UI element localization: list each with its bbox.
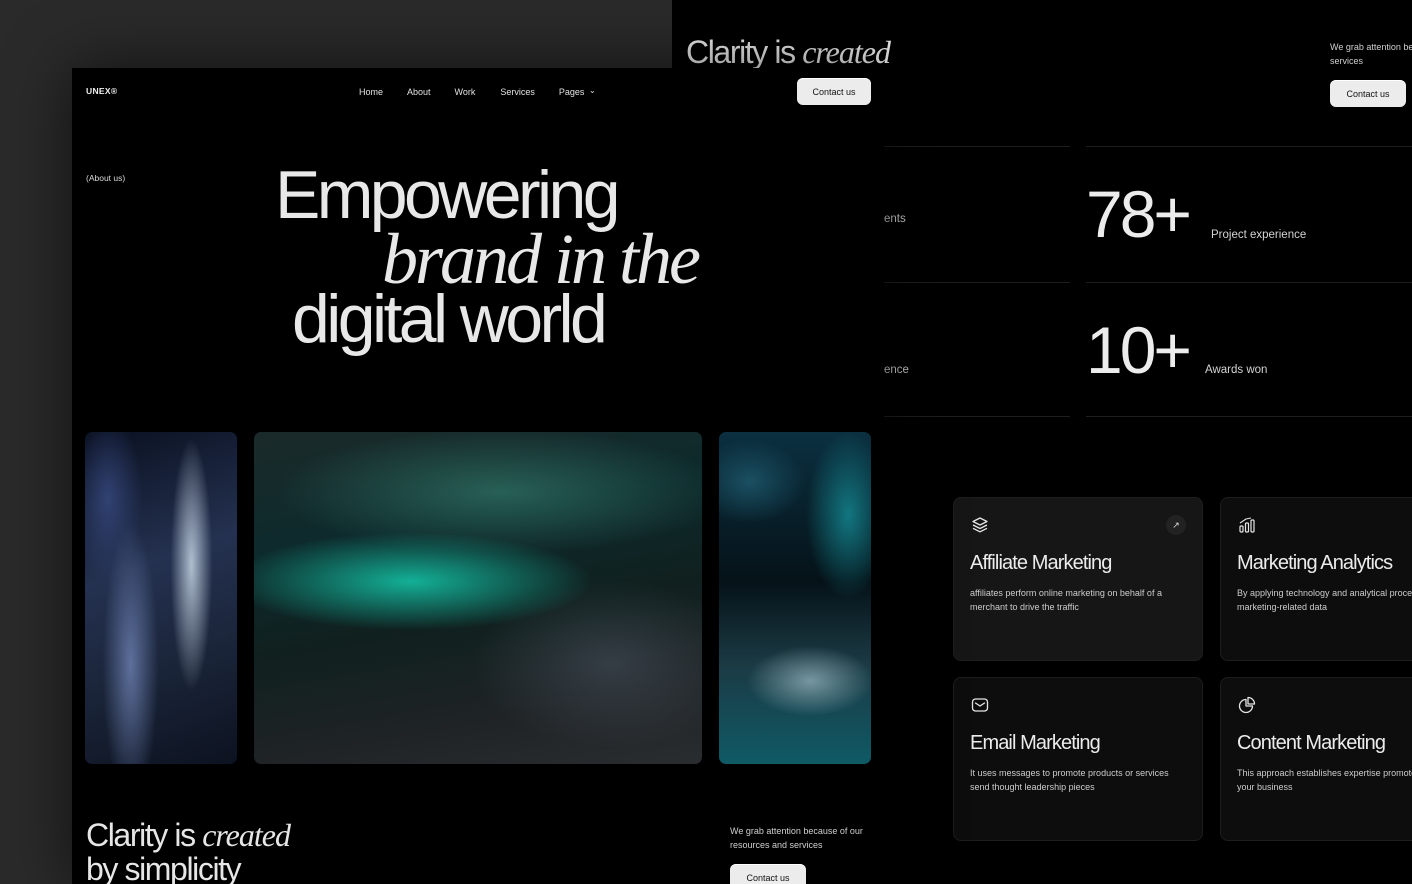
nav-about[interactable]: About: [407, 87, 431, 97]
abstract-image-left: [85, 432, 237, 764]
stat-label-fragment: ence: [884, 364, 909, 376]
divider: [884, 282, 1070, 283]
clarity-heading: Clarity is created by simplicity: [86, 817, 291, 884]
service-card-email[interactable]: Email Marketing It uses messages to prom…: [953, 677, 1203, 841]
layers-icon: [972, 517, 988, 533]
contact-button[interactable]: Contact us: [797, 78, 871, 105]
nav-pages[interactable]: Pages ⌄: [558, 86, 596, 97]
abstract-image-center: [254, 432, 702, 764]
divider: [884, 146, 1070, 147]
clarity-line-2: by simplicity: [86, 851, 242, 884]
bar-chart-icon: [1239, 517, 1255, 533]
service-description: This approach establishes expertise prom…: [1237, 768, 1412, 792]
abstract-image-right: [719, 432, 871, 764]
service-description: It uses messages to promote products or …: [970, 768, 1169, 792]
service-title: Affiliate Marketing: [970, 552, 1112, 574]
service-title: Email Marketing: [970, 732, 1101, 754]
hero-line-3: digital world: [292, 281, 608, 357]
main-nav: Home About Work Services Pages ⌄: [359, 86, 596, 97]
service-title: Content Marketing: [1237, 732, 1386, 754]
nav-pages-label: Pages: [558, 87, 585, 97]
contact-button[interactable]: Contact us: [730, 864, 806, 884]
service-description: By applying technology and analytical pr…: [1237, 588, 1412, 612]
clarity-italic-text: created: [802, 34, 891, 70]
tagline-text: We grab attention because of our resourc…: [730, 826, 863, 850]
nav-services[interactable]: Services: [500, 87, 535, 97]
clarity-heading: Clarity is created: [686, 34, 891, 71]
chevron-down-icon: ⌄: [588, 86, 596, 95]
service-title: Marketing Analytics: [1237, 552, 1393, 574]
divider: [1086, 146, 1412, 147]
stat-number: 78+: [1086, 177, 1192, 251]
stat-label-fragment: ents: [884, 213, 906, 225]
contact-button[interactable]: Contact us: [1330, 80, 1406, 107]
stat-label: Project experience: [1211, 229, 1307, 241]
service-description: affiliates perform online marketing on b…: [970, 588, 1162, 612]
section-tag: (About us): [86, 173, 126, 183]
arrow-up-right-icon[interactable]: ↗: [1166, 515, 1186, 535]
divider: [884, 416, 1070, 417]
service-card-content[interactable]: Content Marketing This approach establis…: [1220, 677, 1412, 841]
nav-home[interactable]: Home: [359, 87, 383, 97]
tagline-text: We grab attention because of our resourc…: [1330, 42, 1412, 66]
service-card-analytics[interactable]: Marketing Analytics By applying technolo…: [1220, 497, 1412, 661]
clarity-plain-text: Clarity is: [686, 34, 796, 70]
stat-number: 10+: [1086, 313, 1192, 387]
mail-icon: [971, 698, 989, 712]
divider: [1086, 416, 1412, 417]
clarity-italic-text: created: [202, 817, 291, 853]
nav-work[interactable]: Work: [455, 87, 476, 97]
logo[interactable]: UNEX®: [86, 86, 117, 96]
service-card-affiliate[interactable]: ↗ Affiliate Marketing affiliates perform…: [953, 497, 1203, 661]
stat-label: Awards won: [1205, 364, 1268, 376]
front-page-preview: UNEX® Home About Work Services Pages ⌄ C…: [72, 68, 884, 884]
pie-chart-icon: [1238, 696, 1256, 714]
divider: [1086, 282, 1412, 283]
clarity-plain-text: Clarity is: [86, 817, 196, 853]
